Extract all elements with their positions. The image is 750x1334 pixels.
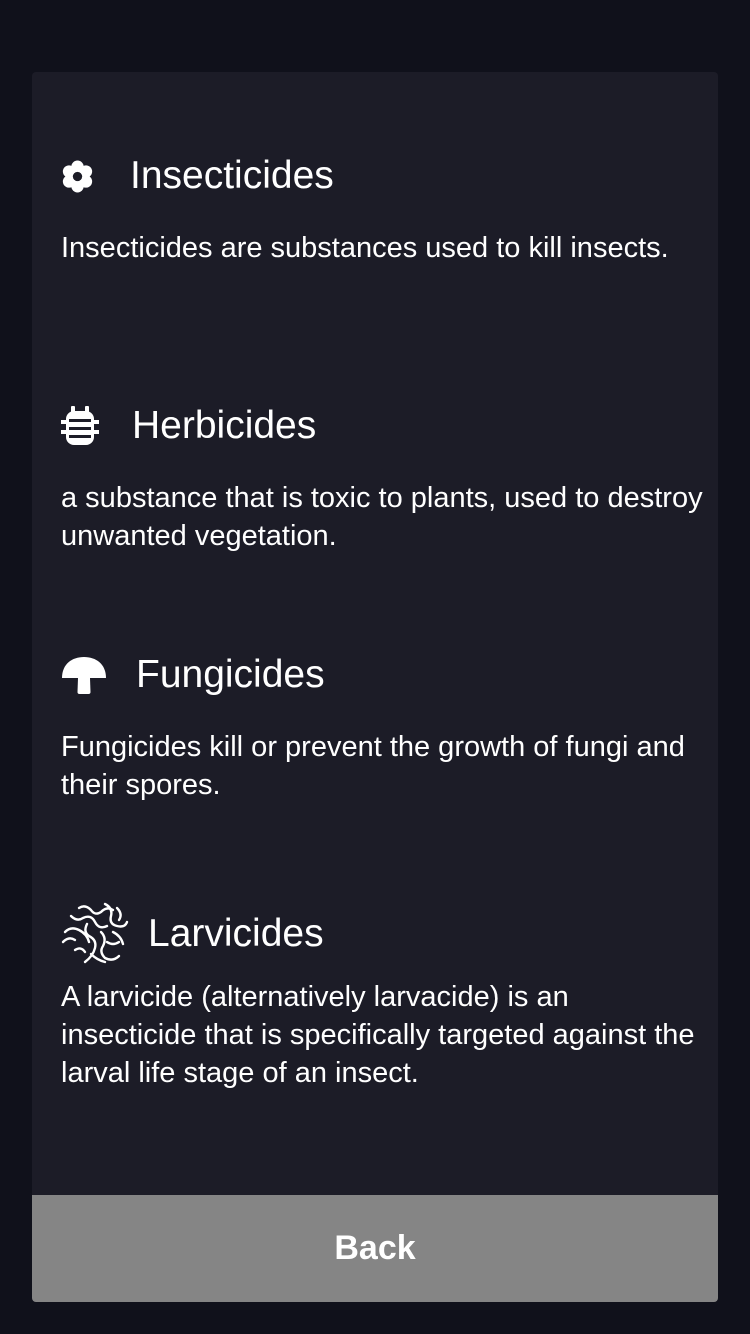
section-larvicides: Larvicides A larvicide (alternatively la… (61, 900, 711, 1092)
section-title: Larvicides (148, 912, 324, 955)
bug-icon (61, 405, 132, 447)
mushroom-icon (61, 655, 136, 695)
section-description: a substance that is toxic to plants, use… (61, 482, 703, 552)
section-header: Insecticides (61, 150, 711, 202)
section-title: Fungicides (136, 653, 325, 696)
section-header: Larvicides (61, 900, 711, 968)
section-title: Insecticides (130, 154, 334, 197)
flower-icon (61, 160, 130, 193)
larvae-icon (61, 902, 148, 966)
section-description: Fungicides kill or prevent the growth of… (61, 731, 685, 801)
section-header: Fungicides (61, 649, 711, 701)
section-herbicides: Herbicides a substance that is toxic to … (61, 400, 711, 555)
section-description: Insecticides are substances used to kill… (61, 232, 669, 264)
section-title: Herbicides (132, 404, 317, 447)
section-description: A larvicide (alternatively larvacide) is… (61, 981, 695, 1089)
section-header: Herbicides (61, 400, 711, 452)
section-fungicides: Fungicides Fungicides kill or prevent th… (61, 649, 711, 804)
section-insecticides: Insecticides Insecticides are substances… (61, 150, 711, 267)
back-button[interactable]: Back (32, 1195, 718, 1302)
